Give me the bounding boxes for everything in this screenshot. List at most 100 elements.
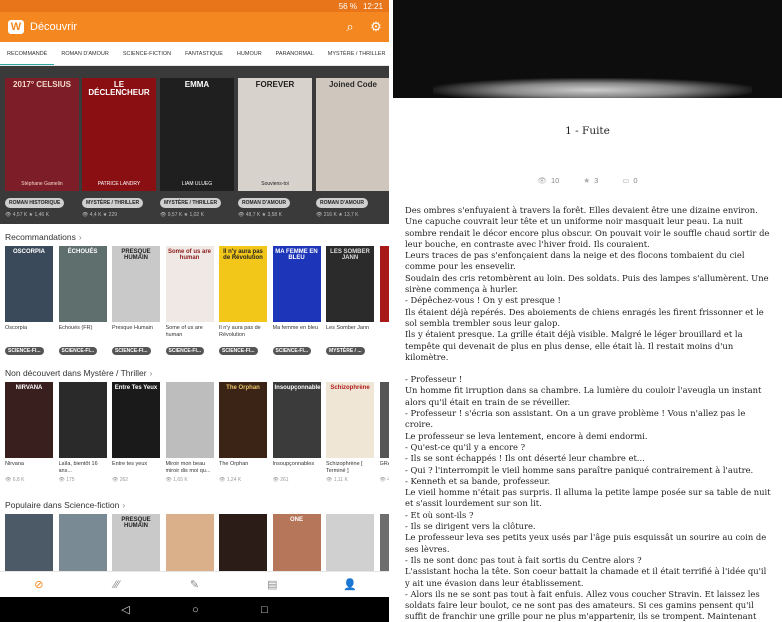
book-stats: 👁 48,7 K ★ 3,58 K [238, 212, 282, 218]
votes-stat[interactable]: ★ 3 [583, 176, 598, 185]
story-paragraph: - Ils ne sont donc pas tout à fait sorti… [405, 554, 642, 565]
profile-icon[interactable]: 👤 [330, 578, 370, 591]
back-icon[interactable]: ◁ [121, 603, 129, 616]
book-cover[interactable]: Insoupçonnables [272, 382, 321, 458]
category-tabs: RECOMMANDÉ ROMAN D'AMOUR SCIENCE-FICTION FA… [0, 42, 389, 66]
book-item[interactable]: ÉCHOUÉS Échoués (FR) SCIENCE-FI... [58, 246, 107, 357]
write-icon[interactable]: ✎ [174, 578, 214, 591]
genre-tag[interactable]: MYSTÈRE / ... [326, 347, 365, 355]
featured-book[interactable]: EMMA LIAM ULUEG MYSTÈRE / THRILLER 👁 9,57 K… [160, 78, 234, 218]
cover-title: Some of us are human [167, 249, 211, 262]
book-stats: 👁 1,24 K [219, 477, 242, 483]
book-title: Nirvana [5, 461, 24, 467]
book-cover[interactable]: LES SOMBER JANN [326, 246, 374, 322]
book-item[interactable]: LES SOMBER JANN Les Somber Jann MYSTÈRE / … [326, 246, 374, 357]
book-item[interactable]: Entre Tes Yeux Entre tes yeux 👁 262 [112, 382, 160, 483]
tab-5[interactable]: PARANORMAL [269, 42, 321, 65]
screenshot-root: 56 % 12:21 W Découvrir ⌕ ⚙ RECOMMANDÉ ROM… [0, 0, 782, 622]
book-item[interactable]: OSCORPIA Oscorpia SCIENCE-FI... [5, 246, 53, 357]
tab-3[interactable]: FANTASTIQUE [178, 42, 230, 65]
book-item[interactable]: PRESQUE HUMAIN Presque Humain SCIENCE-FI..… [112, 246, 160, 357]
cover-title: Joined Code [328, 80, 377, 89]
book-title: The Orphan [219, 461, 249, 467]
genre-tag[interactable]: ROMAN D'AMOUR [316, 198, 368, 208]
tab-2[interactable]: SCIENCE-FICTION [116, 42, 178, 65]
cover-title: MA FEMME EN BLEU [275, 249, 318, 262]
cover-title: Il n'y aura pas de Révolution [223, 249, 263, 262]
genre-tag[interactable]: SCIENCE-FI... [219, 347, 258, 355]
genre-tag[interactable]: SCIENCE-FI... [165, 347, 205, 355]
section-title[interactable]: Recommandations › [5, 232, 82, 242]
book-item[interactable]: Miroir mon beau miroir dis moi qu... 👁 1,… [165, 382, 214, 483]
book-cover[interactable]: Il n'y aura pas de Révolution [219, 246, 267, 322]
book-item[interactable]: Some of us are human Some of us are human… [165, 246, 214, 357]
comments-stat[interactable]: ▭ 0 [622, 176, 637, 185]
book-cover[interactable]: LE DÉCLENCHEUR PATRICE LANDRY [82, 78, 156, 191]
book-cover[interactable]: MA FEMME EN BLEU [272, 246, 321, 322]
book-cover[interactable]: Some of us are human [165, 246, 214, 322]
genre-tag[interactable]: ROMAN HISTORIQUE [5, 198, 65, 208]
book-cover[interactable]: OSCORPIA [5, 246, 53, 322]
cover-author: Souviens-toi [261, 181, 289, 187]
book-cover[interactable] [379, 382, 389, 458]
book-cover[interactable]: ÉCHOUÉS [58, 246, 107, 322]
gear-icon[interactable]: ⚙ [363, 19, 389, 35]
genre-tag[interactable]: SCIENCE-FI... [112, 347, 151, 355]
book-cover[interactable]: The Orphan [219, 382, 267, 458]
messages-icon[interactable]: ▤ [252, 578, 292, 591]
book-title [380, 325, 390, 339]
book-item[interactable]: Il n'y aura pas de Révolution Il n'y aura… [219, 246, 267, 357]
cover-title: ONE [289, 517, 303, 523]
comment-icon: ▭ [622, 176, 630, 185]
book-cover[interactable]: Schizophrène [326, 382, 374, 458]
library-icon[interactable]: ⁄⁄⁄ [97, 579, 137, 591]
genre-tag[interactable]: SCIENCE-FI... [5, 347, 44, 355]
book-stats: 👁 1,65 K [165, 477, 188, 483]
book-cover[interactable] [379, 246, 389, 322]
featured-book[interactable]: LE DÉCLENCHEUR PATRICE LANDRY MYSTÈRE / TH… [82, 78, 156, 218]
book-cover[interactable]: PRESQUE HUMAIN [112, 246, 160, 322]
chevron-right-icon: › [122, 500, 126, 510]
genre-tag[interactable]: ROMAN D'AMOUR [238, 198, 290, 208]
recents-icon[interactable]: □ [261, 604, 268, 616]
book-item[interactable]: The Orphan The Orphan 👁 1,24 K [219, 382, 267, 483]
cover-title: PRESQUE HUMAIN [121, 517, 151, 530]
tab-6[interactable]: MYSTÈRE / THRILLER [321, 42, 389, 65]
book-item[interactable]: GRÂ 👁 4 [379, 382, 389, 483]
comments-count: 0 [633, 176, 638, 185]
genre-tag[interactable]: SCIENCE-FI... [272, 347, 312, 355]
book-cover[interactable]: FOREVER Souviens-toi [238, 78, 312, 191]
book-cover[interactable]: 2017° CELSIUS Stéphane Gamelin [5, 78, 79, 191]
book-cover[interactable]: EMMA LIAM ULUEG [160, 78, 234, 191]
book-item[interactable]: Insoupçonnables Insoupçonnables 👁 261 [272, 382, 321, 483]
tab-1[interactable]: ROMAN D'AMOUR [54, 42, 116, 65]
search-icon[interactable]: ⌕ [337, 19, 363, 35]
genre-tag[interactable]: MYSTÈRE / THRILLER [82, 198, 144, 208]
book-item[interactable]: Schizophrène Schizophrène [ Terminé ] 👁 1,… [326, 382, 374, 483]
compass-icon[interactable]: ⊘ [19, 578, 59, 591]
book-cover[interactable] [58, 382, 107, 458]
cover-title: NIRVANA [15, 385, 43, 391]
tab-0[interactable]: RECOMMANDÉ [0, 42, 55, 65]
book-item[interactable]: Laïla, bientôt 16 ans... 👁 175 [58, 382, 107, 483]
featured-book[interactable]: 2017° CELSIUS Stéphane Gamelin ROMAN HISTO… [5, 78, 79, 218]
genre-tag[interactable]: MYSTÈRE / THRILLER [160, 198, 222, 208]
book-cover[interactable] [165, 382, 214, 458]
book-cover[interactable]: Joined Code [316, 78, 389, 191]
book-cover[interactable]: Entre Tes Yeux [112, 382, 160, 458]
book-stats: 👁 1,11 K [326, 477, 348, 483]
featured-book[interactable]: Joined Code ROMAN D'AMOUR 👁 216 K ★ 13,7 K [316, 78, 389, 218]
cover-author: Stéphane Gamelin [21, 181, 63, 187]
clock: 12:21 [362, 1, 383, 11]
section-title[interactable]: Populaire dans Science-fiction › [5, 500, 125, 510]
book-stats: 👁 6,8 K [5, 477, 25, 483]
tab-4[interactable]: HUMOUR [230, 42, 269, 65]
genre-tag[interactable]: SCIENCE-FI... [58, 347, 98, 355]
featured-book[interactable]: FOREVER Souviens-toi ROMAN D'AMOUR 👁 48,7 K… [238, 78, 312, 218]
home-icon[interactable]: ○ [192, 604, 199, 616]
book-item[interactable]: MA FEMME EN BLEU Ma femme en bleu SCIENCE-… [272, 246, 321, 357]
book-item[interactable]: NIRVANA Nirvana 👁 6,8 K [5, 382, 53, 483]
book-cover[interactable]: NIRVANA [5, 382, 53, 458]
book-item[interactable] [379, 246, 390, 339]
section-title[interactable]: Non découvert dans Mystère / Thriller › [5, 368, 152, 378]
